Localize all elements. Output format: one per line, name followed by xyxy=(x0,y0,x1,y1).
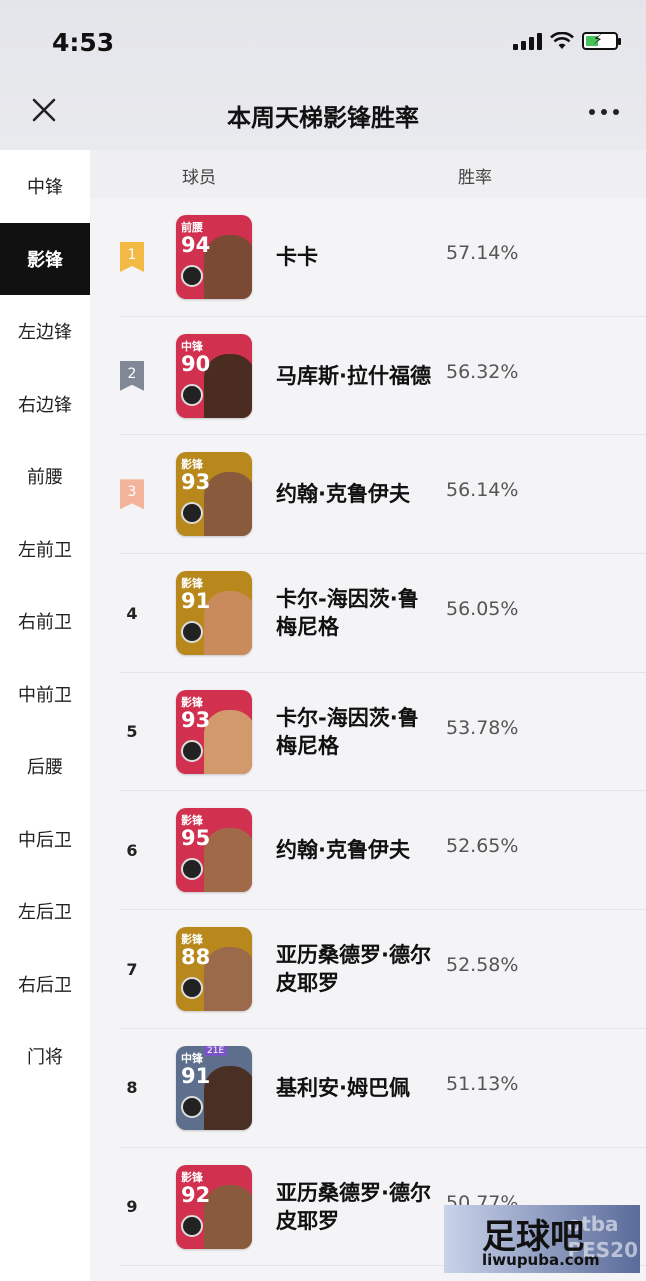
player-name: 卡尔-海因茨·鲁梅尼格 xyxy=(276,587,419,640)
status-time: 4:53 xyxy=(52,28,115,57)
sidebar-item[interactable]: 影锋 xyxy=(0,222,90,295)
rank-badge: 1 xyxy=(120,242,144,272)
rank-badge: 6 xyxy=(126,840,138,860)
sidebar-item[interactable]: 中锋 xyxy=(0,150,90,223)
player-name: 卡卡 xyxy=(276,245,318,269)
sidebar-item[interactable]: 右后卫 xyxy=(0,948,90,1021)
player-card[interactable]: 影锋 93 xyxy=(176,689,252,774)
player-name: 卡尔-海因茨·鲁梅尼格 xyxy=(276,705,419,758)
card-rating: 93 xyxy=(181,707,211,732)
sidebar-item[interactable]: 右前卫 xyxy=(0,585,90,658)
card-rating: 91 xyxy=(181,589,211,614)
player-card[interactable]: 影锋 93 xyxy=(176,452,252,537)
player-card[interactable]: 影锋 95 xyxy=(176,808,252,893)
player-card[interactable]: 影锋 92 xyxy=(176,1164,252,1249)
player-card[interactable]: 中锋 91 21E xyxy=(176,1045,252,1130)
player-row[interactable]: 2 中锋 90 马库斯·拉什福德 56.32% xyxy=(90,317,646,436)
rank-badge: 8 xyxy=(126,1078,138,1098)
player-name: 约翰·克鲁伊夫 xyxy=(276,482,410,507)
watermark-logo: otba PES20 足球吧 liwupuba.com xyxy=(444,1205,640,1273)
player-name: 基利安·姆巴佩 xyxy=(276,1075,410,1100)
club-badge-icon xyxy=(181,858,203,881)
top-bar: 4:53 ⚡ 本周天梯影锋胜率 xyxy=(0,0,646,150)
club-badge-icon xyxy=(181,1095,203,1118)
player-photo xyxy=(204,353,252,418)
player-row[interactable]: 5 影锋 93 卡尔-海因茨·鲁梅尼格 53.78% xyxy=(90,673,646,792)
club-badge-icon xyxy=(181,739,203,762)
win-rate: 53.78% xyxy=(446,716,519,739)
player-name: 亚历桑德罗·德尔皮耶罗 xyxy=(276,943,431,996)
battery-icon: ⚡ xyxy=(582,32,621,50)
win-rate: 52.58% xyxy=(446,954,519,977)
win-rate: 52.65% xyxy=(446,835,519,858)
rank-badge: 4 xyxy=(126,603,138,623)
club-badge-icon xyxy=(181,621,203,644)
card-tag: 21E xyxy=(204,1045,228,1056)
more-icon[interactable] xyxy=(584,100,624,124)
player-row[interactable]: 3 影锋 93 约翰·克鲁伊夫 56.14% xyxy=(90,435,646,554)
player-row[interactable]: 1 前腰 94 卡卡 57.14% xyxy=(90,198,646,317)
player-name: 马库斯·拉什福德 xyxy=(276,363,431,388)
rank-badge: 9 xyxy=(126,1197,138,1216)
player-card[interactable]: 影锋 88 xyxy=(176,927,252,1012)
card-rating: 88 xyxy=(181,945,211,970)
player-photo xyxy=(204,947,252,1012)
player-card[interactable]: 影锋 91 xyxy=(176,571,252,656)
sidebar-item[interactable]: 门将 xyxy=(0,1020,90,1093)
player-photo xyxy=(204,591,252,656)
rank-badge: 7 xyxy=(126,959,138,979)
player-photo xyxy=(204,1184,252,1249)
rank-badge: 2 xyxy=(120,360,144,391)
rank-badge: 3 xyxy=(120,479,144,510)
player-row[interactable]: 6 影锋 95 约翰·克鲁伊夫 52.65% xyxy=(90,791,646,910)
player-name: 约翰·克鲁伊夫 xyxy=(276,838,410,863)
club-badge-icon xyxy=(181,383,203,406)
rank-badge: 5 xyxy=(126,722,138,742)
player-row[interactable]: 4 影锋 91 卡尔-海因茨·鲁梅尼格 56.05% xyxy=(90,554,646,673)
signal-icon xyxy=(513,32,542,50)
card-rating: 93 xyxy=(181,470,211,495)
club-badge-icon xyxy=(181,265,203,287)
player-name: 亚历桑德罗·德尔皮耶罗 xyxy=(276,1180,431,1233)
status-icons: ⚡ xyxy=(513,32,621,50)
win-rate: 56.05% xyxy=(446,598,519,621)
win-rate: 57.14% xyxy=(446,242,519,264)
player-photo xyxy=(204,1065,252,1130)
card-rating: 91 xyxy=(181,1063,211,1088)
player-photo xyxy=(204,235,252,299)
wifi-icon xyxy=(550,32,574,49)
player-photo xyxy=(204,709,252,774)
column-rate: 胜率 xyxy=(458,168,492,188)
sidebar-item[interactable]: 左后卫 xyxy=(0,875,90,948)
sidebar-item[interactable]: 左前卫 xyxy=(0,513,90,586)
card-rating: 92 xyxy=(181,1182,211,1207)
card-rating: 95 xyxy=(181,826,211,851)
player-photo xyxy=(204,472,252,537)
player-card[interactable]: 中锋 90 xyxy=(176,333,252,418)
win-rate: 51.13% xyxy=(446,1072,519,1095)
win-rate: 56.32% xyxy=(446,360,519,383)
player-photo xyxy=(204,828,252,893)
sidebar-item[interactable]: 左边锋 xyxy=(0,295,90,368)
page-title: 本周天梯影锋胜率 xyxy=(227,104,419,132)
column-player: 球员 xyxy=(182,168,216,188)
club-badge-icon xyxy=(181,502,203,525)
sidebar-item[interactable]: 后腰 xyxy=(0,730,90,803)
club-badge-icon xyxy=(181,977,203,1000)
watermark-sub: liwupuba.com xyxy=(482,1251,600,1269)
club-badge-icon xyxy=(181,1214,203,1237)
win-rate: 56.14% xyxy=(446,479,519,502)
sidebar-item[interactable]: 右边锋 xyxy=(0,368,90,441)
sidebar-item[interactable]: 中后卫 xyxy=(0,803,90,876)
ranking-list: 球员 胜率 1 前腰 94 卡卡 57.14% 2 中锋 90 马库斯·拉什福德 56.32% 3 影… xyxy=(90,150,646,1281)
column-header: 球员 胜率 xyxy=(90,150,646,198)
player-row[interactable]: 7 影锋 88 亚历桑德罗·德尔皮耶罗 52.58% xyxy=(90,910,646,1029)
card-rating: 90 xyxy=(181,351,211,376)
card-rating: 94 xyxy=(181,233,211,257)
sidebar-item[interactable]: 前腰 xyxy=(0,440,90,513)
position-sidebar: 中锋 影锋 左边锋 右边锋 前腰 左前卫 右前卫 中前卫 后腰 中后卫 左后卫 右后卫 门将 xyxy=(0,150,90,1281)
sidebar-item[interactable]: 中前卫 xyxy=(0,658,90,731)
player-card[interactable]: 前腰 94 xyxy=(176,215,252,299)
player-row[interactable]: 8 中锋 91 21E 基利安·姆巴佩 51.13% xyxy=(90,1029,646,1148)
